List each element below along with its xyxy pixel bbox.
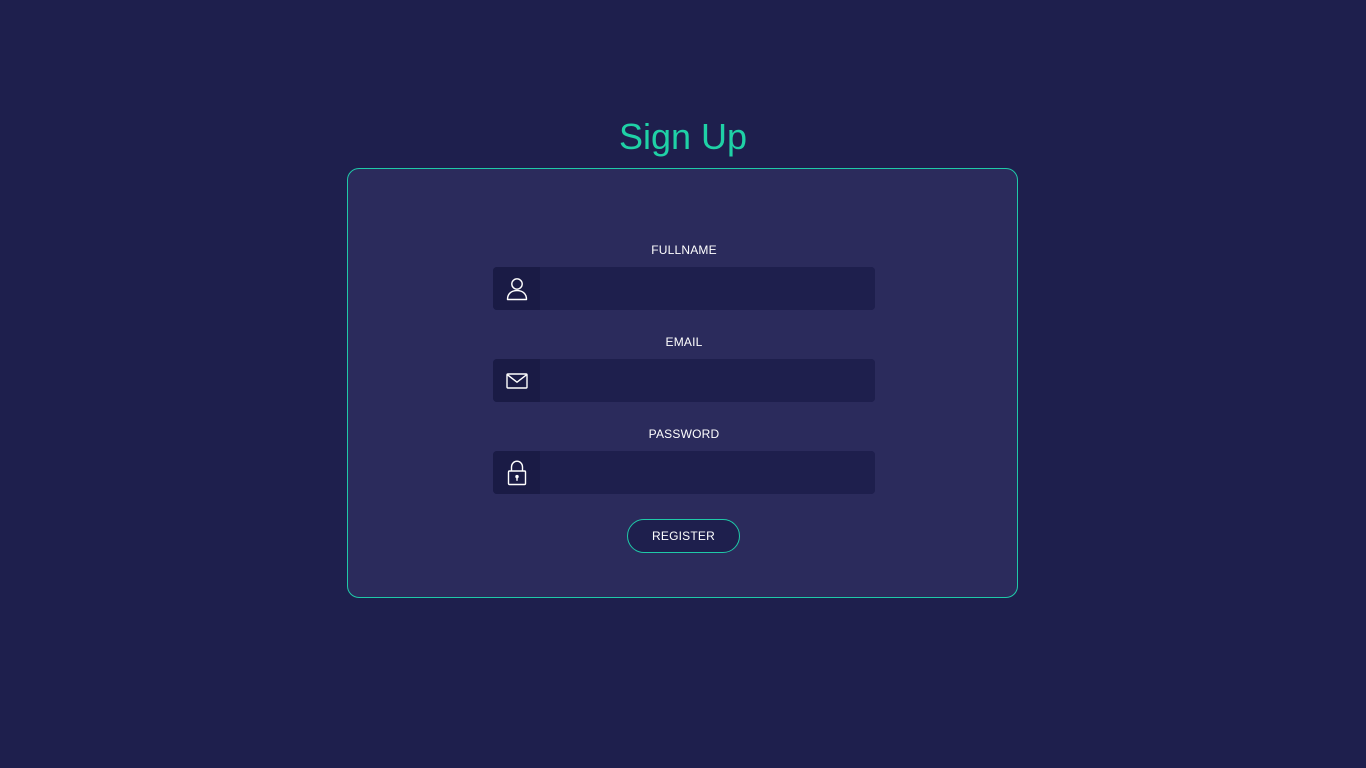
- email-input-row: [493, 359, 875, 402]
- password-input[interactable]: [540, 451, 875, 494]
- password-field: PASSWORD: [493, 427, 875, 494]
- user-icon: [493, 267, 540, 310]
- lock-icon: [493, 451, 540, 494]
- signup-page: Sign Up FULLNAME EMAIL PASSWORD REGISTER: [0, 0, 1366, 768]
- email-input[interactable]: [540, 359, 875, 402]
- envelope-icon: [493, 359, 540, 402]
- fullname-input[interactable]: [540, 267, 875, 310]
- fullname-label: FULLNAME: [651, 243, 717, 257]
- email-label: EMAIL: [665, 335, 703, 349]
- email-field: EMAIL: [493, 335, 875, 402]
- fullname-input-row: [493, 267, 875, 310]
- page-title: Sign Up: [618, 116, 748, 157]
- signup-form-card: FULLNAME EMAIL PASSWORD REGISTER: [347, 168, 1018, 598]
- password-input-row: [493, 451, 875, 494]
- fullname-field: FULLNAME: [493, 243, 875, 310]
- password-label: PASSWORD: [648, 427, 720, 441]
- register-button[interactable]: REGISTER: [627, 519, 740, 553]
